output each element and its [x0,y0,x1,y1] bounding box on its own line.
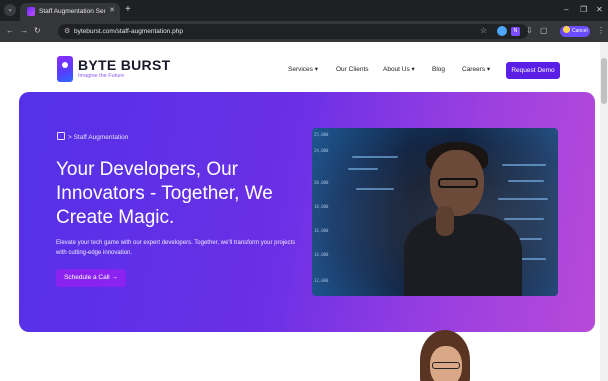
tab-search-icon[interactable]: ⌄ [4,4,16,16]
photo-label: 16,000 [314,228,329,233]
browser-tab-bar: ⌄ Staff Augmentation Services - Byte Bur… [0,0,608,21]
bookmark-star-icon[interactable]: ☆ [480,26,487,36]
profile-label: Cancel [572,28,588,34]
site-info-icon[interactable]: ⚙ [64,27,70,36]
team-member-glasses [432,362,460,369]
close-window-icon[interactable]: ✕ [596,4,603,16]
scrollbar-thumb[interactable] [601,58,607,104]
code-line [502,164,546,166]
url-field[interactable]: ⚙ byteburst.com/staff-augmentation.php [58,24,528,39]
logo-tagline: Imagine the Future [78,73,125,79]
photo-label: 12,000 [314,278,329,283]
browser-tab[interactable]: Staff Augmentation Services - Byte Burst… [20,3,120,21]
download-icon[interactable]: ⇩ [526,26,533,36]
nav-blog[interactable]: Blog [432,65,445,74]
photo-label: 25,000 [314,132,329,137]
forward-icon[interactable]: → [20,26,28,36]
photo-label: 20,000 [314,180,329,185]
code-line [348,168,378,170]
request-demo-button[interactable]: Request Demo [506,62,560,79]
side-panel-icon[interactable]: ▢ [540,26,548,36]
photo-label: 24,000 [314,148,329,153]
tab-close-icon[interactable]: ✕ [109,6,115,16]
profile-avatar-icon [563,26,570,33]
maximize-icon[interactable]: ❐ [580,4,587,16]
nav-clients[interactable]: Our Clients [336,65,369,74]
back-icon[interactable]: ← [6,26,14,36]
home-icon[interactable] [57,132,65,140]
breadcrumb: > Staff Augmentation [57,132,128,141]
favicon-icon [27,7,35,16]
code-line [508,180,544,182]
menu-kebab-icon[interactable]: ⋮ [597,26,605,36]
hero-title: Your Developers, Our Innovators - Togeth… [56,159,273,228]
hero-subtitle: Elevate your tech game with our expert d… [56,240,296,256]
schedule-call-button[interactable]: Schedule a Call → [56,269,126,287]
code-line [504,218,544,220]
code-line [498,198,548,200]
tab-title: Staff Augmentation Services - Byte Burst [39,8,105,15]
minimize-icon[interactable]: – [564,4,568,16]
logo-name[interactable]: BYTE BURST [78,57,170,73]
developer-hand [436,206,454,236]
photo-label: 18,000 [314,204,329,209]
profile-button[interactable]: Cancel [560,26,590,37]
photo-label: 14,000 [314,252,329,257]
developer-figure [404,214,522,296]
code-line [356,188,394,190]
new-tab-icon[interactable]: + [125,4,131,16]
nav-careers[interactable]: Careers ▾ [462,65,490,74]
page-viewport: BYTE BURST Imagine the Future Services ▾… [0,42,600,381]
breadcrumb-current: > Staff Augmentation [68,134,129,141]
code-line [352,156,398,158]
extension-puzzle-icon[interactable]: N [511,27,520,36]
page-scrollbar[interactable] [600,42,608,381]
nav-services[interactable]: Services ▾ [288,65,318,74]
hero-banner: > Staff Augmentation Your Developers, Ou… [19,92,595,332]
url-text: byteburst.com/staff-augmentation.php [74,28,183,35]
hero-image: 25,000 24,000 20,000 18,000 16,000 14,00… [312,128,558,296]
logo-icon[interactable] [57,56,73,82]
extension-icon[interactable] [497,26,507,36]
nav-about[interactable]: About Us ▾ [383,65,415,74]
developer-glasses [438,178,478,188]
address-bar: ← → ↻ ⚙ byteburst.com/staff-augmentation… [0,21,608,42]
reload-icon[interactable]: ↻ [34,26,41,36]
